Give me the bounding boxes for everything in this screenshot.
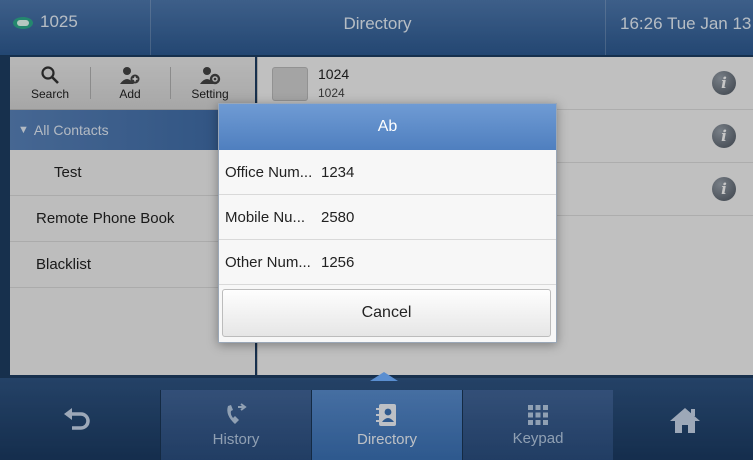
row-value: 1256 xyxy=(321,253,355,271)
row-label: Mobile Nu... xyxy=(225,208,306,226)
row-value: 2580 xyxy=(321,208,355,226)
mobile-number-row[interactable]: Mobile Nu... 2580 xyxy=(219,195,556,240)
row-value: 1234 xyxy=(321,163,355,181)
row-label: Office Num... xyxy=(225,163,313,181)
contact-detail-dialog: Ab Office Num... 1234 Mobile Nu... 2580 … xyxy=(218,103,557,343)
row-label: Other Num... xyxy=(225,253,311,271)
dialog-title: Ab xyxy=(219,104,556,150)
other-number-row[interactable]: Other Num... 1256 xyxy=(219,240,556,285)
office-number-row[interactable]: Office Num... 1234 xyxy=(219,150,556,195)
active-tab-pointer xyxy=(370,372,398,381)
cancel-button[interactable]: Cancel xyxy=(222,289,551,337)
